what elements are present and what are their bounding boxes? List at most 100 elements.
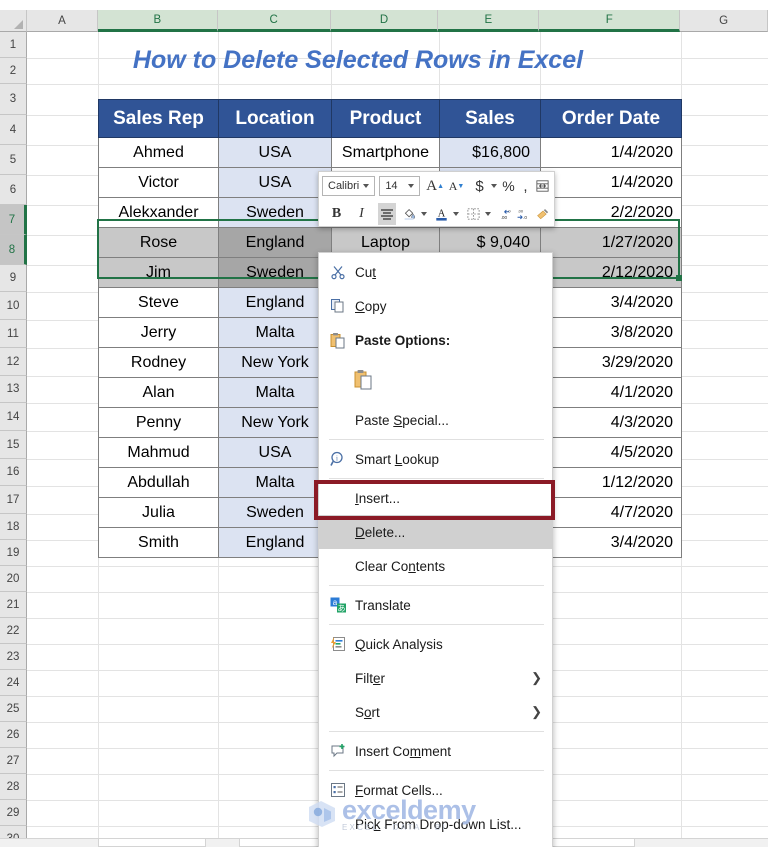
chevron-down-icon[interactable] xyxy=(491,184,498,188)
menu-item-quick-analysis[interactable]: Quick Analysis xyxy=(319,627,552,661)
borders-button[interactable] xyxy=(465,203,482,225)
cell-location[interactable]: Sweden xyxy=(218,257,332,288)
row-header-12[interactable]: 12 xyxy=(0,348,27,376)
cell-rep[interactable]: Ahmed xyxy=(98,137,219,168)
cell-date[interactable]: 2/2/2020 xyxy=(540,197,682,228)
menu-item-pick-from-drop-down-list[interactable]: Pick From Drop-down List... xyxy=(319,807,552,841)
cell-date[interactable]: 4/5/2020 xyxy=(540,437,682,468)
cell-sales[interactable]: $16,800 xyxy=(439,137,541,168)
row-header-8[interactable]: 8 xyxy=(0,235,27,265)
select-all-corner[interactable] xyxy=(0,10,27,32)
column-header-e[interactable]: E xyxy=(438,10,540,32)
row-header-9[interactable]: 9 xyxy=(0,265,27,292)
row-header-20[interactable]: 20 xyxy=(0,566,27,592)
menu-item-insert-comment[interactable]: Insert Comment xyxy=(319,734,552,768)
cell-rep[interactable]: Abdullah xyxy=(98,467,219,498)
row-header-16[interactable]: 16 xyxy=(0,459,27,486)
cell-rep[interactable]: Julia xyxy=(98,497,219,528)
fill-color-button[interactable] xyxy=(401,203,418,225)
cell-rep[interactable]: Alekxander xyxy=(98,197,219,228)
sheet-tab[interactable] xyxy=(98,838,206,847)
menu-item-insert[interactable]: Insert... xyxy=(319,481,552,515)
chevron-down-icon[interactable] xyxy=(453,212,460,216)
cell-location[interactable]: New York xyxy=(218,407,332,438)
cell-product[interactable]: Smartphone xyxy=(331,137,440,168)
menu-item-clear-contents[interactable]: Clear Contents xyxy=(319,549,552,583)
column-header-c[interactable]: C xyxy=(217,10,331,32)
row-header-18[interactable]: 18 xyxy=(0,514,27,540)
row-header-15[interactable]: 15 xyxy=(0,431,27,459)
cell-location[interactable]: England xyxy=(218,527,332,558)
font-color-button[interactable]: A xyxy=(433,203,450,225)
menu-item-paste-special[interactable]: Paste Special... xyxy=(319,403,552,437)
cell-rep[interactable]: Smith xyxy=(98,527,219,558)
row-header-14[interactable]: 14 xyxy=(0,403,27,431)
cell-date[interactable]: 3/4/2020 xyxy=(540,287,682,318)
cell-location[interactable]: Malta xyxy=(218,317,332,348)
cell-location[interactable]: Sweden xyxy=(218,497,332,528)
cell-rep[interactable]: Jim xyxy=(98,257,219,288)
merge-cells-button[interactable] xyxy=(534,175,551,197)
cell-location[interactable]: Sweden xyxy=(218,197,332,228)
cell-rep[interactable]: Rodney xyxy=(98,347,219,378)
row-header-5[interactable]: 5 xyxy=(0,145,27,175)
row-header-17[interactable]: 17 xyxy=(0,486,27,514)
row-header-4[interactable]: 4 xyxy=(0,115,27,145)
cell-rep[interactable]: Victor xyxy=(98,167,219,198)
row-header-24[interactable]: 24 xyxy=(0,670,27,696)
cell-date[interactable]: 3/29/2020 xyxy=(540,347,682,378)
cell-rep[interactable]: Steve xyxy=(98,287,219,318)
row-header-13[interactable]: 13 xyxy=(0,376,27,403)
cell-date[interactable]: 4/3/2020 xyxy=(540,407,682,438)
cell-date[interactable]: 3/4/2020 xyxy=(540,527,682,558)
cell-location[interactable]: England xyxy=(218,287,332,318)
row-header-6[interactable]: 6 xyxy=(0,175,27,205)
cell-location[interactable]: Malta xyxy=(218,467,332,498)
menu-item-format-cells[interactable]: Format Cells... xyxy=(319,773,552,807)
cell-date[interactable]: 4/7/2020 xyxy=(540,497,682,528)
row-header-23[interactable]: 23 xyxy=(0,644,27,670)
font-name-combo[interactable]: Calibri xyxy=(322,176,376,196)
comma-format-button[interactable]: , xyxy=(517,175,534,197)
row-header-7[interactable]: 7 xyxy=(0,205,27,235)
shrink-font-button[interactable]: A ▼ xyxy=(448,175,465,197)
chevron-down-icon[interactable] xyxy=(485,212,492,216)
context-menu[interactable]: Cut Copy Paste Options: Paste Special... i Sm… xyxy=(318,252,553,847)
cell-date[interactable]: 2/12/2020 xyxy=(540,257,682,288)
row-header-11[interactable]: 11 xyxy=(0,320,27,348)
cell-location[interactable]: USA xyxy=(218,167,332,198)
accounting-format-button[interactable]: $ xyxy=(471,175,488,197)
cell-date[interactable]: 1/4/2020 xyxy=(540,167,682,198)
column-header-b[interactable]: B xyxy=(97,10,218,32)
font-size-combo[interactable]: 14 xyxy=(379,176,421,196)
cell-rep[interactable]: Rose xyxy=(98,227,219,258)
center-align-button[interactable] xyxy=(378,203,397,225)
row-header-22[interactable]: 22 xyxy=(0,618,27,644)
menu-item-translate[interactable]: a あ Translate xyxy=(319,588,552,622)
cell-location[interactable]: New York xyxy=(218,347,332,378)
cell-rep[interactable]: Penny xyxy=(98,407,219,438)
cell-rep[interactable]: Jerry xyxy=(98,317,219,348)
cell-rep[interactable]: Mahmud xyxy=(98,437,219,468)
cell-rep[interactable]: Alan xyxy=(98,377,219,408)
row-header-1[interactable]: 1 xyxy=(0,32,27,58)
cell-location[interactable]: USA xyxy=(218,137,332,168)
column-header-f[interactable]: F xyxy=(539,10,681,32)
cell-date[interactable]: 1/27/2020 xyxy=(540,227,682,258)
row-header-3[interactable]: 3 xyxy=(0,84,27,115)
menu-item-filter[interactable]: Filter ❯ xyxy=(319,661,552,695)
menu-item-sort[interactable]: Sort ❯ xyxy=(319,695,552,729)
row-header-26[interactable]: 26 xyxy=(0,722,27,748)
increase-decimal-button[interactable]: .00 .0 xyxy=(514,203,531,225)
cell-date[interactable]: 1/4/2020 xyxy=(540,137,682,168)
cell-location[interactable]: England xyxy=(218,227,332,258)
column-header-g[interactable]: G xyxy=(680,10,768,32)
menu-item-copy[interactable]: Copy xyxy=(319,289,552,323)
decrease-decimal-button[interactable]: 0 .00 xyxy=(497,203,514,225)
grow-font-button[interactable]: A ▲ xyxy=(426,175,444,197)
cell-date[interactable]: 1/12/2020 xyxy=(540,467,682,498)
column-header-d[interactable]: D xyxy=(330,10,439,32)
row-header-27[interactable]: 27 xyxy=(0,748,27,774)
cell-date[interactable]: 4/1/2020 xyxy=(540,377,682,408)
cell-date[interactable]: 3/8/2020 xyxy=(540,317,682,348)
